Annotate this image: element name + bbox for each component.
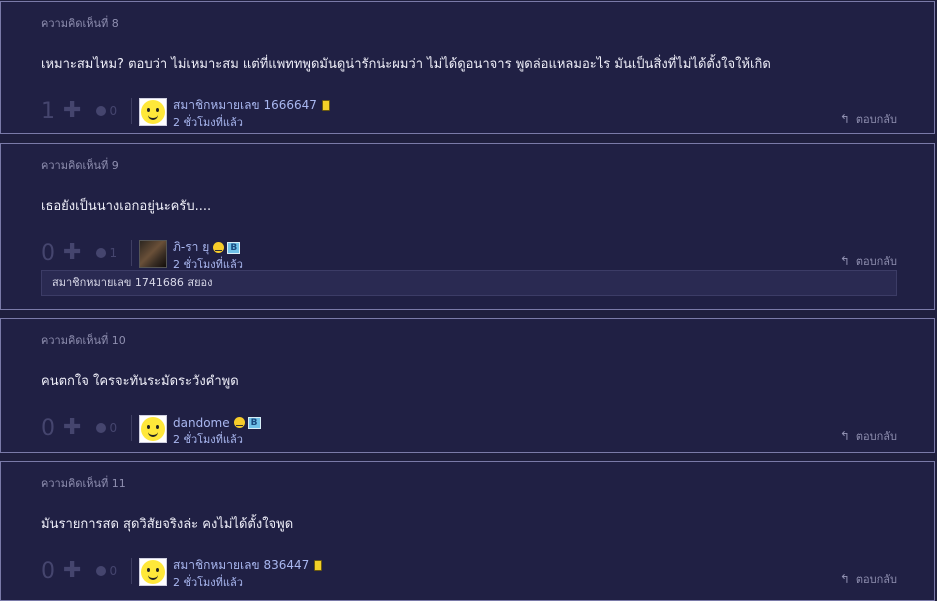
reply-label: ตอบกลับ: [855, 255, 897, 268]
comment-number: ความคิดเห็นที่ 10: [41, 334, 126, 347]
comment-number: ความคิดเห็นที่ 9: [41, 159, 119, 172]
vote-score: 0: [41, 558, 55, 584]
vote-score: 0: [41, 415, 55, 441]
smiley-avatar-icon: [141, 100, 165, 124]
vote-bar: 0 ✚ 0: [41, 415, 133, 441]
avatar[interactable]: [139, 558, 167, 586]
emotion-count: 0: [109, 104, 118, 118]
comment-body: มันรายการสด สุดวิสัยจริงล่ะ คงไม่ได้ตั้ง…: [41, 517, 294, 532]
reply-button[interactable]: ↰ ตอบกลับ: [840, 427, 897, 445]
emotion-face-icon: [96, 566, 107, 576]
timestamp: 2 ชั่วโมงที่แล้ว: [173, 433, 243, 446]
comment-body: คนตกใจ ใครจะทันระมัดระวังคำพูด: [41, 374, 239, 389]
reply-arrow-icon: ↰: [839, 429, 850, 443]
comment-author: ภิ-รา ยุ B 2 ชั่วโมงที่แล้ว: [139, 240, 243, 273]
smile-badge-icon: [213, 242, 225, 253]
emotion-button[interactable]: 0: [96, 104, 117, 118]
comment-body: เธอยังเป็นนางเอกอยู่นะครับ....: [41, 199, 212, 214]
smiley-avatar-icon: [141, 417, 165, 441]
vote-score: 1: [41, 98, 55, 124]
reply-button[interactable]: ↰ ตอบกลับ: [840, 252, 897, 270]
avatar[interactable]: [139, 240, 167, 268]
smile-badge-icon: [233, 417, 245, 428]
mobile-phone-badge-icon: [314, 560, 323, 571]
timestamp: 2 ชั่วโมงที่แล้ว: [173, 576, 243, 589]
comment-card: ความคิดเห็นที่ 9 เธอยังเป็นนางเอกอยู่นะค…: [0, 143, 935, 310]
emotion-button[interactable]: 1: [96, 246, 117, 260]
divider: [131, 558, 133, 584]
smiley-avatar-icon: [141, 560, 165, 584]
reply-label: ตอบกลับ: [855, 113, 897, 126]
reply-label: ตอบกลับ: [855, 430, 897, 443]
plus-icon[interactable]: ✚: [63, 417, 81, 439]
divider: [131, 415, 133, 441]
divider: [131, 98, 133, 124]
avatar[interactable]: [139, 415, 167, 443]
emotion-count: 1: [109, 246, 118, 260]
vote-bar: 0 ✚ 0: [41, 558, 133, 584]
plus-icon[interactable]: ✚: [63, 242, 81, 264]
emotion-count: 0: [109, 421, 118, 435]
reply-button[interactable]: ↰ ตอบกลับ: [840, 570, 897, 588]
vote-score: 0: [41, 240, 55, 266]
blog-b-badge-icon[interactable]: B: [227, 241, 241, 254]
comment-number: ความคิดเห็นที่ 11: [41, 477, 126, 490]
plus-icon[interactable]: ✚: [63, 560, 81, 582]
emotion-face-icon: [96, 423, 107, 433]
blog-b-badge-icon[interactable]: B: [247, 416, 261, 429]
vote-bar: 1 ✚ 0: [41, 98, 133, 124]
reply-arrow-icon: ↰: [839, 112, 850, 126]
avatar[interactable]: [139, 98, 167, 126]
reply-button[interactable]: ↰ ตอบกลับ: [840, 110, 897, 128]
comment-card: ความคิดเห็นที่ 11 มันรายการสด สุดวิสัยจร…: [0, 461, 935, 601]
comment-author: สมาชิกหมายเลข 836447 2 ชั่วโมงที่แล้ว: [139, 558, 323, 591]
emotion-button[interactable]: 0: [96, 421, 117, 435]
plus-icon[interactable]: ✚: [63, 100, 81, 122]
reply-arrow-icon: ↰: [839, 254, 850, 268]
comment-card: ความคิดเห็นที่ 10 คนตกใจ ใครจะทันระมัดระ…: [0, 318, 935, 453]
comment-body: เหมาะสมไหม? ตอบว่า ไม่เหมาะสม แต่ที่แพทท…: [41, 57, 771, 72]
comment-number: ความคิดเห็นที่ 8: [41, 17, 119, 30]
reply-arrow-icon: ↰: [839, 572, 850, 586]
mobile-phone-badge-icon: [321, 100, 330, 111]
sub-reply: สมาชิกหมายเลข 1741686 สยอง: [41, 270, 897, 296]
reply-label: ตอบกลับ: [855, 573, 897, 586]
emotion-count: 0: [109, 564, 118, 578]
vote-bar: 0 ✚ 1: [41, 240, 133, 266]
timestamp: 2 ชั่วโมงที่แล้ว: [173, 116, 243, 129]
comment-author: dandome B 2 ชั่วโมงที่แล้ว: [139, 415, 261, 448]
comment-author: สมาชิกหมายเลข 1666647 2 ชั่วโมงที่แล้ว: [139, 98, 330, 131]
username-link[interactable]: dandome: [173, 416, 230, 430]
divider: [131, 240, 133, 266]
emotion-face-icon: [96, 248, 107, 258]
emotion-button[interactable]: 0: [96, 564, 117, 578]
comment-card: ความคิดเห็นที่ 8 เหมาะสมไหม? ตอบว่า ไม่เ…: [0, 1, 935, 134]
emotion-face-icon: [96, 106, 107, 116]
